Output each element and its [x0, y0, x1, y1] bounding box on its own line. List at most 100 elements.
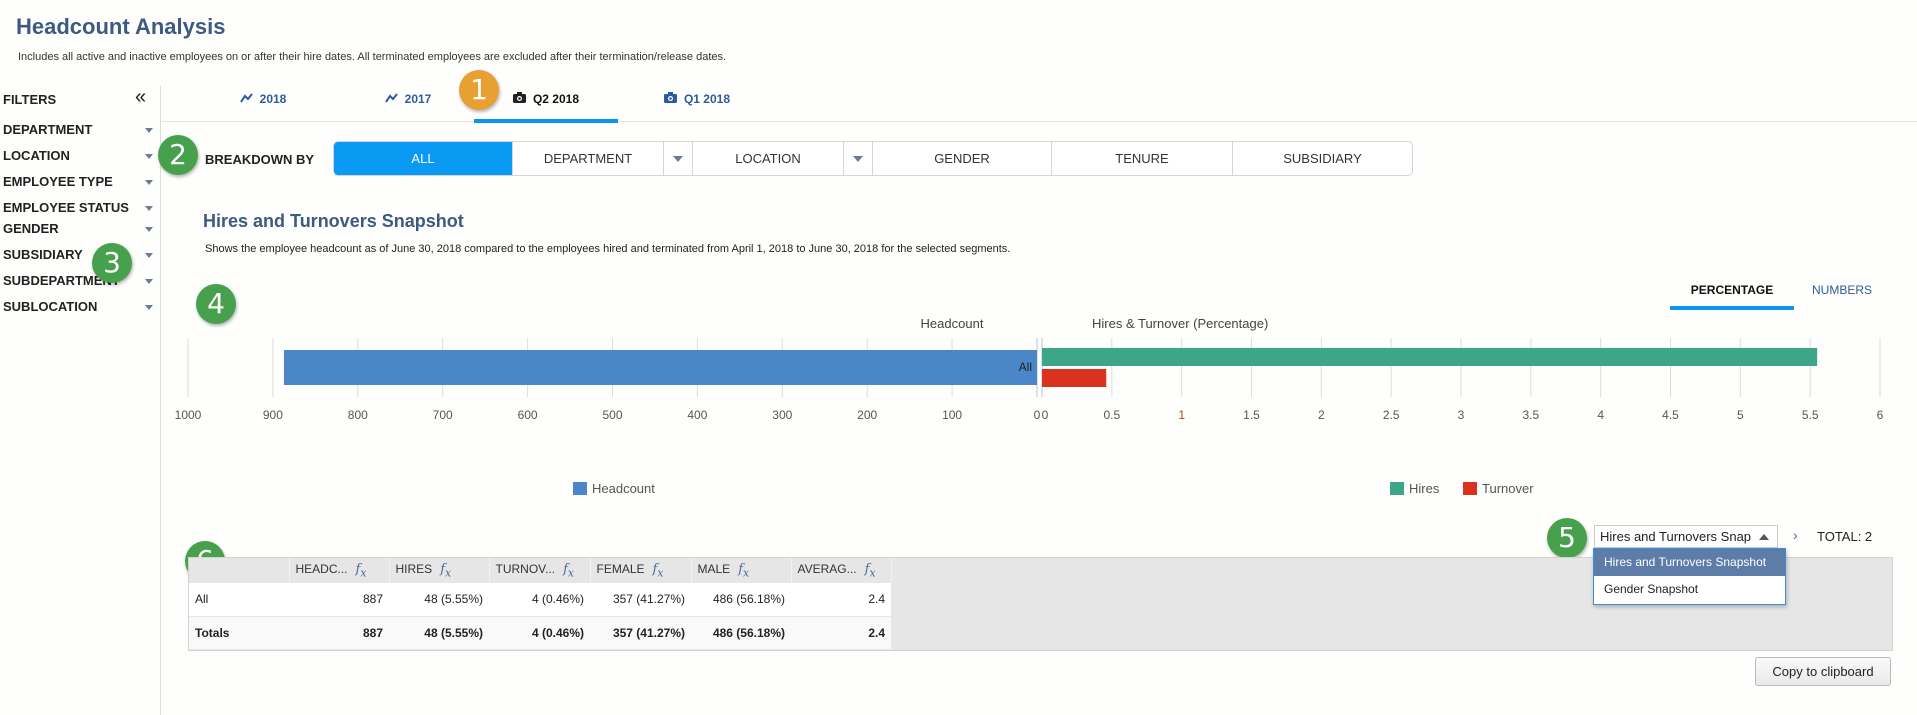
caret-down-icon: [145, 128, 153, 133]
caret-down-icon: [145, 206, 153, 211]
x-tick-label: 0: [1034, 408, 1041, 422]
x-tick-label: 0: [1042, 408, 1049, 422]
breakdown-gender[interactable]: GENDER: [873, 142, 1052, 175]
annotation-badge-2: 2: [158, 135, 198, 175]
cell: 486 (56.18%): [691, 616, 791, 650]
tab-label: 2018: [259, 92, 287, 106]
formula-icon[interactable]: fx: [563, 562, 574, 580]
filters-heading: FILTERS: [3, 92, 57, 107]
column-header-turnover[interactable]: TURNOV... fx: [489, 558, 591, 583]
breakdown-all[interactable]: ALL: [334, 142, 513, 175]
formula-icon[interactable]: fx: [440, 562, 451, 580]
cell: 357 (41.27%): [590, 583, 691, 617]
hires-turnover-chart-title: Hires & Turnover (Percentage): [1092, 316, 1268, 331]
total-count: TOTAL: 2: [1817, 529, 1873, 544]
breakdown-tenure[interactable]: TENURE: [1052, 142, 1233, 175]
filter-label: LOCATION: [3, 148, 70, 163]
x-tick-label: 0.5: [1103, 408, 1120, 422]
cell: 48 (5.55%): [389, 616, 489, 650]
x-tick-label: 300: [772, 408, 792, 422]
cell: 486 (56.18%): [691, 583, 791, 617]
column-header-average[interactable]: AVERAG... fx: [791, 558, 892, 583]
filter-gender[interactable]: GENDER: [3, 221, 153, 241]
formula-icon[interactable]: fx: [356, 562, 367, 580]
tab-label: 2017: [404, 92, 432, 106]
report-select[interactable]: Hires and Turnovers Snap: [1594, 525, 1778, 548]
filter-label: EMPLOYEE STATUS: [3, 200, 129, 215]
cell: 4 (0.46%): [489, 616, 590, 650]
tab-label: Q2 2018: [532, 92, 580, 106]
breakdown-location[interactable]: LOCATION: [693, 142, 844, 175]
report-option-gender[interactable]: Gender Snapshot: [1594, 576, 1785, 603]
column-header-label: [189, 558, 290, 583]
x-tick-label: 5: [1737, 408, 1744, 422]
column-header-label: HIRES: [395, 561, 433, 576]
report-select-menu: Hires and Turnovers Snapshot Gender Snap…: [1593, 548, 1786, 605]
cell: 2.4: [791, 583, 891, 617]
filter-employee-status[interactable]: EMPLOYEE STATUS: [3, 200, 153, 220]
column-header-label: AVERAG...: [797, 561, 857, 576]
copy-to-clipboard-button[interactable]: Copy to clipboard: [1755, 657, 1891, 686]
filter-location[interactable]: LOCATION: [3, 148, 153, 168]
formula-icon[interactable]: fx: [865, 562, 876, 580]
column-header-hires[interactable]: HIRES fx: [389, 558, 490, 583]
filter-subdepartment[interactable]: SUBDEPARTMENT: [3, 273, 153, 293]
filter-label: DEPARTMENT: [3, 122, 93, 137]
toggle-percentage[interactable]: PERCENTAGE: [1670, 283, 1794, 310]
filter-department[interactable]: DEPARTMENT: [3, 122, 153, 142]
x-tick-label: 1: [1178, 408, 1185, 422]
tab-2017[interactable]: 2017: [373, 92, 443, 122]
headcount-chart-title: Headcount: [921, 316, 984, 331]
legend-headcount[interactable]: Headcount: [573, 481, 655, 496]
filter-sublocation[interactable]: SUBLOCATION: [3, 299, 153, 319]
table-header-row: HEADC... fx HIRES fx TURNOV... fx FEMALE fx …: [189, 558, 892, 583]
x-tick-label: 6: [1877, 408, 1884, 422]
period-tabs: 2018 2017 Q2 2018 Q1 2018: [162, 84, 1917, 123]
legend-turnover[interactable]: Turnover: [1463, 481, 1534, 496]
collapse-sidebar-icon[interactable]: «: [135, 86, 146, 109]
formula-icon[interactable]: fx: [738, 562, 749, 580]
location-dropdown-caret-icon[interactable]: [844, 142, 873, 175]
toggle-numbers[interactable]: NUMBERS: [1812, 283, 1872, 297]
department-dropdown-caret-icon[interactable]: [664, 142, 693, 175]
report-option-hires-turnovers[interactable]: Hires and Turnovers Snapshot: [1594, 549, 1785, 576]
filter-label: GENDER: [3, 221, 59, 236]
x-tick-label: 4.5: [1662, 408, 1679, 422]
filter-employee-type[interactable]: EMPLOYEE TYPE: [3, 174, 153, 194]
column-header-male[interactable]: MALE fx: [691, 558, 792, 583]
legend-swatch-turnover: [1463, 482, 1477, 495]
data-table: HEADC... fx HIRES fx TURNOV... fx FEMALE fx …: [189, 558, 892, 650]
x-tick-label: 700: [433, 408, 453, 422]
column-header-female[interactable]: FEMALE fx: [590, 558, 692, 583]
column-header-label: TURNOV...: [495, 561, 556, 576]
x-tick-label: 500: [602, 408, 622, 422]
annotation-badge-1: 1: [459, 70, 499, 110]
breakdown-subsidiary[interactable]: SUBSIDIARY: [1233, 142, 1412, 175]
breakdown-department[interactable]: DEPARTMENT: [513, 142, 664, 175]
legend-hires[interactable]: Hires: [1390, 481, 1439, 496]
formula-icon[interactable]: fx: [653, 562, 664, 580]
page-subtitle: Includes all active and inactive employe…: [18, 51, 727, 63]
table-row[interactable]: All 887 48 (5.55%) 4 (0.46%) 357 (41.27%…: [189, 583, 891, 617]
cell: 357 (41.27%): [590, 616, 691, 650]
camera-icon: [512, 92, 526, 106]
camera-icon: [663, 92, 677, 106]
column-header-headcount[interactable]: HEADC... fx: [289, 558, 390, 583]
x-tick-label: 600: [518, 408, 538, 422]
section-title: Hires and Turnovers Snapshot: [203, 211, 464, 231]
legend-label: Hires: [1409, 481, 1440, 496]
category-label-all: All: [1019, 360, 1032, 374]
caret-down-icon: [145, 279, 153, 284]
filter-label: SUBSIDIARY: [3, 247, 83, 262]
trend-line-icon: [384, 92, 398, 106]
caret-down-icon: [145, 180, 153, 185]
x-tick-label: 2: [1318, 408, 1325, 422]
filter-label: EMPLOYEE TYPE: [3, 174, 113, 189]
x-tick-label: 100: [942, 408, 962, 422]
tab-q1-2018[interactable]: Q1 2018: [647, 92, 747, 122]
legend-swatch-hires: [1390, 482, 1404, 495]
caret-down-icon: [145, 154, 153, 159]
chevron-right-icon[interactable]: ›: [1793, 527, 1798, 543]
breakdown-label: BREAKDOWN BY: [205, 152, 315, 167]
tab-2018[interactable]: 2018: [228, 92, 298, 122]
